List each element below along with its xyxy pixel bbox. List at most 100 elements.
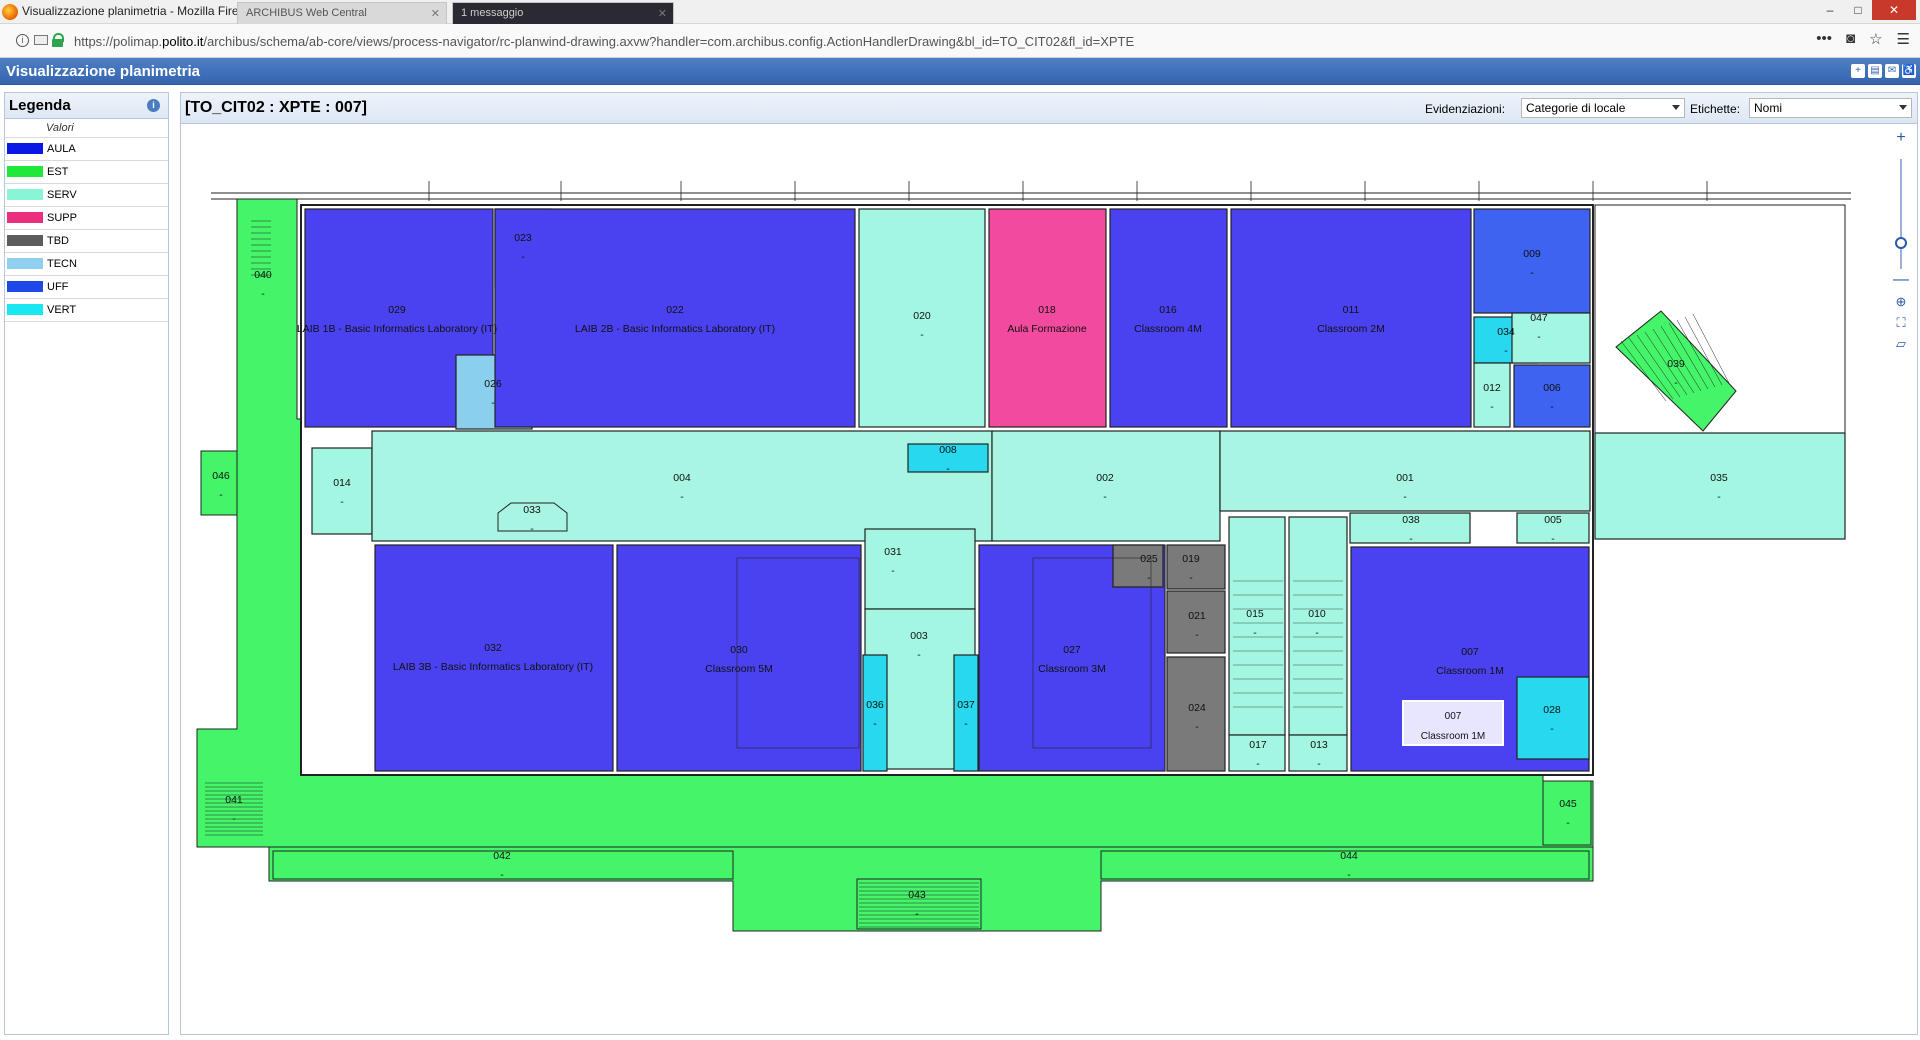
room-024[interactable]	[1166, 656, 1226, 772]
room-010[interactable]	[1288, 516, 1348, 736]
maximize-button[interactable]: □	[1844, 0, 1872, 20]
room-004[interactable]	[371, 430, 993, 542]
room-015[interactable]	[1228, 516, 1286, 736]
room-031[interactable]	[864, 528, 976, 610]
room-number: 042	[493, 850, 511, 862]
legend-label: EST	[47, 166, 69, 178]
floorplan-canvas[interactable]: 040 - 029 LAIB 1B - Basic Informatics Labor…	[181, 124, 1917, 1034]
tooltip-room-number: 007	[1445, 711, 1462, 722]
highlight-select[interactable]: Categorie di locale	[1521, 98, 1685, 118]
room-number: 047	[1530, 312, 1548, 324]
expand-icon[interactable]: +	[1851, 64, 1865, 78]
more-icon[interactable]: •••	[1816, 30, 1832, 48]
room-number: 006	[1543, 382, 1561, 394]
room-028[interactable]	[1516, 676, 1590, 760]
room-name: -	[1674, 377, 1678, 389]
room-name: -	[500, 869, 504, 881]
star-icon[interactable]: ☆	[1869, 30, 1882, 48]
room-046[interactable]	[200, 450, 238, 516]
room-009[interactable]	[1473, 208, 1591, 314]
room-032[interactable]	[374, 544, 614, 772]
room-021[interactable]	[1166, 590, 1226, 654]
legend-swatch	[7, 281, 43, 292]
room-number: 025	[1140, 553, 1158, 565]
floorplan-svg[interactable]: 040 - 029 LAIB 1B - Basic Informatics Labor…	[181, 124, 1917, 1034]
highlight-label: Evidenziazioni:	[1425, 102, 1506, 116]
minimize-button[interactable]: –	[1816, 0, 1844, 20]
legend-header: Legenda i	[5, 93, 168, 119]
room-011[interactable]	[1230, 208, 1472, 428]
page-icon[interactable]	[34, 35, 48, 45]
legend-column-header: Valori	[5, 119, 168, 138]
close-icon[interactable]: ✕	[658, 7, 667, 20]
email-icon[interactable]: ✉	[1885, 64, 1899, 78]
room-022[interactable]	[494, 208, 856, 428]
legend-swatch	[7, 166, 43, 177]
room-002[interactable]	[991, 430, 1221, 542]
room-036[interactable]	[862, 654, 888, 772]
browser-tab-1[interactable]: ARCHIBUS Web Central ✕	[237, 2, 447, 24]
room-number: 001	[1396, 472, 1414, 484]
highlight-select-value: Categorie di locale	[1526, 101, 1626, 115]
legend-label: VERT	[47, 304, 77, 316]
page-title: Visualizzazione planimetria	[6, 63, 200, 80]
room-025[interactable]	[1112, 544, 1164, 588]
browser-tab-2[interactable]: 1 messaggio ✕	[452, 2, 674, 24]
room-006[interactable]	[1513, 364, 1591, 428]
window-titlebar: Visualizzazione planimetria - Mozilla Fi…	[0, 0, 1920, 24]
room-name: -	[530, 523, 534, 535]
info-icon[interactable]: i	[147, 99, 160, 112]
room-name: -	[491, 397, 495, 409]
room-name: -	[1504, 345, 1508, 357]
center-icon[interactable]: ⊕	[1893, 294, 1909, 310]
info-icon[interactable]: i	[16, 34, 29, 47]
room-037[interactable]	[953, 654, 979, 772]
print-icon[interactable]: ▤	[1868, 64, 1882, 78]
room-number: 024	[1188, 702, 1206, 714]
room-name: -	[680, 491, 684, 503]
labels-select[interactable]: Nomi	[1749, 98, 1912, 118]
room-number: 046	[212, 470, 230, 482]
legend-item: UFF	[5, 276, 168, 299]
url-field[interactable]: https://polimap.polito.it/archibus/schem…	[74, 34, 1134, 49]
room-012[interactable]	[1473, 362, 1511, 428]
address-bar: i https://polimap.polito.it/archibus/sch…	[0, 24, 1920, 58]
room-030[interactable]	[616, 544, 862, 772]
legend-swatch	[7, 235, 43, 246]
room-number: 018	[1038, 304, 1056, 316]
zoom-slider-track[interactable]	[1900, 159, 1902, 269]
close-window-button[interactable]: ✕	[1872, 0, 1916, 20]
room-035[interactable]	[1594, 432, 1846, 540]
room-name: Classroom 1M	[1436, 665, 1504, 677]
chevron-down-icon	[1672, 105, 1680, 110]
room-name: -	[1550, 723, 1554, 735]
room-name: -	[1550, 401, 1554, 413]
fit-icon[interactable]: ⛶	[1893, 315, 1909, 331]
room-number: 019	[1182, 553, 1200, 565]
menu-icon[interactable]: ☰	[1897, 30, 1910, 48]
pocket-icon[interactable]: ◙	[1846, 30, 1855, 48]
room-014[interactable]	[311, 447, 373, 535]
accessibility-icon[interactable]: ♿	[1902, 64, 1916, 78]
zoom-in-icon[interactable]: +	[1893, 129, 1909, 147]
room-name: -	[1530, 267, 1534, 279]
room-name: LAIB 2B - Basic Informatics Laboratory (…	[575, 323, 775, 335]
room-number: 003	[910, 630, 928, 642]
room-047[interactable]	[1511, 312, 1591, 364]
room-name: Classroom 3M	[1038, 663, 1106, 675]
room-019[interactable]	[1166, 544, 1226, 590]
select-icon[interactable]: ▱	[1893, 336, 1909, 352]
room-016[interactable]	[1109, 208, 1228, 428]
room-name: LAIB 1B - Basic Informatics Laboratory (…	[297, 323, 497, 335]
url-prefix: https://polimap.	[74, 34, 163, 49]
room-name: -	[1551, 533, 1555, 545]
room-name: LAIB 3B - Basic Informatics Laboratory (…	[393, 661, 593, 673]
room-018[interactable]	[988, 208, 1107, 428]
lock-icon[interactable]	[52, 33, 64, 47]
close-icon[interactable]: ✕	[431, 7, 440, 20]
zoom-out-icon[interactable]: —	[1893, 271, 1909, 289]
zoom-slider-knob[interactable]	[1895, 237, 1907, 249]
legend-swatch	[7, 258, 43, 269]
room-number: 044	[1340, 850, 1358, 862]
legend-item: EST	[5, 161, 168, 184]
